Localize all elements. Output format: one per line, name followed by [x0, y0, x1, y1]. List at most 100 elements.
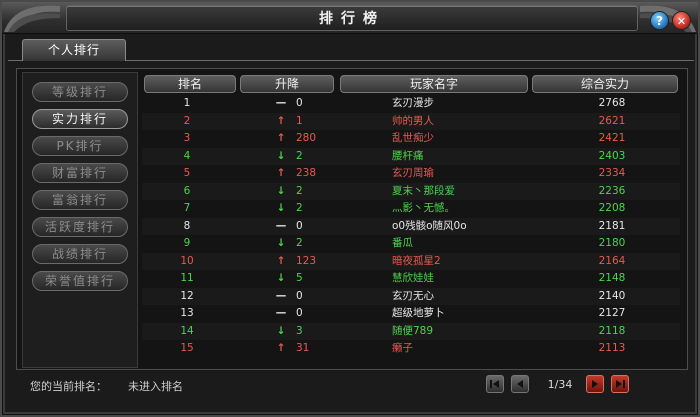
power-cell: 2768 [598, 97, 626, 109]
first-page-button[interactable] [486, 375, 504, 393]
player-name-cell: 玄刃漫步 [392, 97, 434, 109]
change-cell: 2 [296, 237, 303, 249]
change-cell: 1 [296, 114, 303, 127]
page-indicator: 1/34 [547, 378, 573, 391]
tab-strip: 个人排行 [8, 37, 694, 61]
table-row[interactable]: 4 ↓ 2 腰杆痛 2403 [142, 147, 680, 165]
table-row[interactable]: 11 ↓ 5 慧欣娃娃 2148 [142, 270, 680, 288]
change-cell: 123 [296, 254, 317, 267]
rank-cell: 1 [183, 97, 191, 109]
rank-cell: 7 [183, 202, 191, 214]
tab-personal-ranking[interactable]: 个人排行 [22, 39, 126, 61]
sidebar-item-activity[interactable]: 活跃度排行 [32, 217, 128, 237]
rank-cell: 14 [180, 324, 194, 337]
column-header-change[interactable]: 升降 [240, 75, 334, 93]
sidebar-item-honor[interactable]: 荣誉值排行 [32, 271, 128, 291]
player-name-cell: 暗夜孤星2 [392, 254, 441, 267]
table-row[interactable]: 13 — 0 超级地萝卜 2127 [142, 305, 680, 323]
change-cell: 2 [296, 149, 303, 162]
change-cell: 0 [296, 219, 303, 232]
player-name-cell: 帅的男人 [392, 114, 434, 127]
change-cell: 31 [296, 342, 310, 354]
trend-arrow-icon: ↓ [276, 184, 286, 197]
player-name-cell: 玄刃无心 [392, 289, 434, 302]
table-row[interactable]: 15 ↑ 31 癞子 2113 [142, 340, 680, 358]
change-cell: 3 [296, 324, 303, 337]
sidebar-item-strength[interactable]: 实力排行 [32, 109, 128, 129]
ranking-table: 排名 升降 玩家名字 综合实力 1 — 0 玄刃漫步 2768 2 ↑ 1 帅的男人 2621 3 ↑… [142, 72, 680, 368]
player-name-cell: 灬影丶无憾。 [392, 202, 455, 214]
rank-cell: 2 [183, 114, 191, 127]
next-page-icon [592, 380, 598, 388]
rank-cell: 11 [180, 272, 194, 284]
table-row[interactable]: 10 ↑ 123 暗夜孤星2 2164 [142, 252, 680, 270]
title-bar[interactable]: 排行榜 [2, 2, 698, 34]
trend-arrow-icon: ↑ [276, 114, 286, 127]
table-row[interactable]: 1 — 0 玄刃漫步 2768 [142, 95, 680, 113]
player-name-cell: 乱世痴少 [392, 132, 434, 144]
trend-arrow-icon: ↑ [276, 254, 286, 267]
next-page-button[interactable] [586, 375, 604, 393]
sidebar-item-record[interactable]: 战绩排行 [32, 244, 128, 264]
trend-arrow-icon: ↓ [276, 237, 286, 249]
player-name-cell: 番瓜 [392, 237, 413, 249]
my-rank-value: 未进入排名 [128, 380, 183, 393]
sidebar-item-rich[interactable]: 富翁排行 [32, 190, 128, 210]
change-cell: 0 [296, 307, 303, 319]
power-cell: 2140 [598, 289, 626, 302]
trend-arrow-icon: ↑ [276, 132, 286, 144]
trend-arrow-icon: — [275, 289, 287, 302]
power-cell: 2148 [598, 272, 626, 284]
rank-cell: 4 [183, 149, 191, 162]
close-button[interactable]: ✕ [672, 11, 691, 30]
help-button[interactable]: ? [650, 11, 669, 30]
player-name-cell: 癞子 [392, 342, 413, 354]
change-cell: 280 [296, 132, 317, 144]
column-header-power[interactable]: 综合实力 [532, 75, 678, 93]
last-page-icon [616, 380, 625, 388]
sidebar-item-wealth[interactable]: 财富排行 [32, 163, 128, 183]
trend-arrow-icon: — [275, 307, 287, 319]
trend-arrow-icon: ↑ [276, 342, 286, 354]
power-cell: 2181 [598, 219, 626, 232]
trend-arrow-icon: ↓ [276, 324, 286, 337]
trend-arrow-icon: ↓ [276, 202, 286, 214]
column-header-name[interactable]: 玩家名字 [340, 75, 528, 93]
table-row[interactable]: 5 ↑ 238 玄刃周瑜 2334 [142, 165, 680, 183]
player-name-cell: 慧欣娃娃 [392, 272, 434, 284]
power-cell: 2118 [598, 324, 626, 337]
table-row[interactable]: 6 ↓ 2 夏末丶那段爱 2236 [142, 182, 680, 200]
rank-cell: 3 [183, 132, 191, 144]
wing-ornament-left-icon [4, 5, 60, 32]
column-header-rank[interactable]: 排名 [144, 75, 236, 93]
rank-cell: 8 [183, 219, 191, 232]
table-row[interactable]: 2 ↑ 1 帅的男人 2621 [142, 112, 680, 130]
power-cell: 2621 [598, 114, 626, 127]
sidebar-item-pk[interactable]: PK排行 [32, 136, 128, 156]
sidebar-item-level[interactable]: 等级排行 [32, 82, 128, 102]
trend-arrow-icon: — [275, 219, 287, 232]
rank-cell: 12 [180, 289, 194, 302]
player-name-cell: 夏末丶那段爱 [392, 184, 455, 197]
power-cell: 2421 [598, 132, 626, 144]
trend-arrow-icon: ↓ [276, 149, 286, 162]
title-plate: 排行榜 [66, 5, 638, 31]
change-cell: 5 [296, 272, 303, 284]
last-page-button[interactable] [611, 375, 629, 393]
power-cell: 2403 [598, 149, 626, 162]
table-row[interactable]: 12 — 0 玄刃无心 2140 [142, 287, 680, 305]
first-page-icon [490, 380, 499, 388]
prev-page-icon [517, 380, 523, 388]
table-row[interactable]: 7 ↓ 2 灬影丶无憾。 2208 [142, 200, 680, 218]
player-name-cell: 腰杆痛 [392, 149, 424, 162]
rank-cell: 15 [180, 342, 194, 354]
power-cell: 2334 [598, 167, 626, 179]
power-cell: 2164 [598, 254, 626, 267]
table-row[interactable]: 14 ↓ 3 随便789 2118 [142, 322, 680, 340]
player-name-cell: 玄刃周瑜 [392, 167, 434, 179]
table-row[interactable]: 8 — 0 o0残骸o随风0o 2181 [142, 217, 680, 235]
prev-page-button[interactable] [511, 375, 529, 393]
trend-arrow-icon: — [275, 97, 287, 109]
table-row[interactable]: 9 ↓ 2 番瓜 2180 [142, 235, 680, 253]
table-row[interactable]: 3 ↑ 280 乱世痴少 2421 [142, 130, 680, 148]
